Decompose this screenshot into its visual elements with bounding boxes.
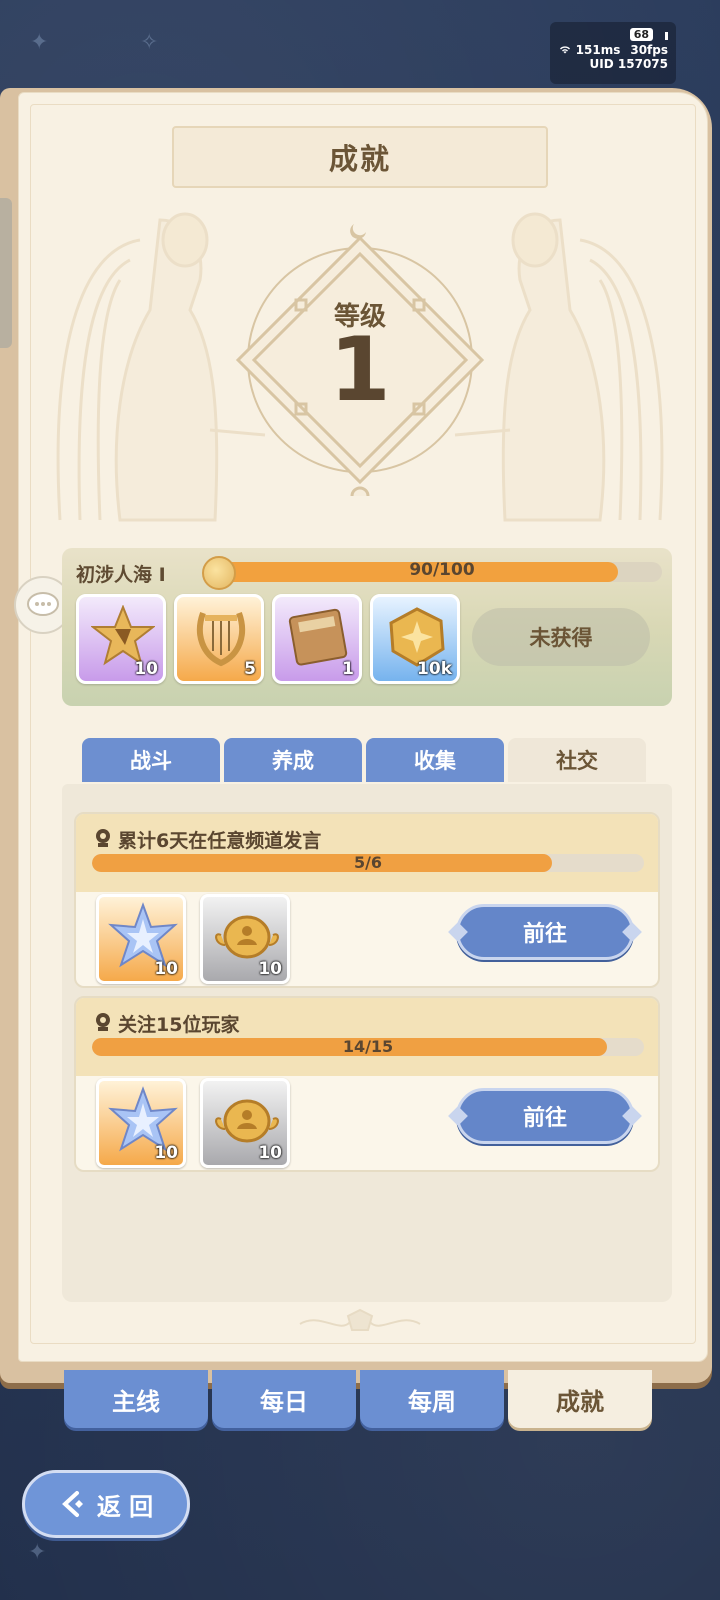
network-status: 68 151ms 30fps UID 157075 bbox=[550, 22, 676, 84]
tab-main-story[interactable]: 主线 bbox=[64, 1370, 208, 1428]
task-list: 累计6天在任意频道发言 5/6 10 10 前往 关注15位玩家 14/15 1… bbox=[62, 784, 672, 1302]
level-value: 1 bbox=[329, 318, 391, 421]
item-quantity: 10 bbox=[258, 959, 282, 979]
tab-social[interactable]: 社交 bbox=[508, 738, 646, 782]
item-quantity: 10 bbox=[154, 959, 178, 979]
reward-item[interactable]: 5 bbox=[174, 594, 264, 684]
back-button-label: 返 回 bbox=[96, 1492, 154, 1521]
goto-button-label: 前往 bbox=[522, 1106, 567, 1131]
page-title: 成就 bbox=[328, 142, 391, 176]
title-banner: 成就 bbox=[172, 126, 548, 188]
task-reward-item[interactable]: 10 bbox=[96, 894, 186, 984]
tab-combat[interactable]: 战斗 bbox=[82, 738, 220, 782]
page-ornament-icon bbox=[299, 1308, 421, 1331]
tab-growth[interactable]: 养成 bbox=[224, 738, 362, 782]
task-progress-text: 14/15 bbox=[342, 1037, 394, 1056]
reward-item[interactable]: 10 bbox=[76, 594, 166, 684]
button-right-ornament bbox=[622, 922, 642, 942]
button-right-ornament bbox=[622, 1106, 642, 1126]
back-arrow-icon bbox=[61, 1491, 83, 1517]
task-card: 累计6天在任意频道发言 5/6 10 10 前往 bbox=[74, 812, 660, 988]
item-quantity: 10k bbox=[417, 659, 452, 679]
sparkle-icon: ✦ bbox=[30, 30, 49, 55]
button-left-ornament bbox=[448, 922, 468, 942]
back-button[interactable]: 返 回 bbox=[22, 1470, 190, 1538]
wifi-icon bbox=[560, 46, 571, 54]
item-quantity: 5 bbox=[244, 659, 256, 679]
book-icon bbox=[288, 608, 348, 666]
battery-icon bbox=[665, 31, 668, 40]
ping-text: 151ms bbox=[575, 43, 621, 57]
trophy-icon bbox=[96, 829, 110, 847]
button-left-ornament bbox=[448, 1106, 468, 1126]
task-reward-item[interactable]: 10 bbox=[200, 1078, 290, 1168]
battery-level: 68 bbox=[629, 28, 653, 41]
goto-button[interactable]: 前往 bbox=[448, 1088, 642, 1144]
reward-progress-text: 90/100 bbox=[409, 560, 475, 580]
item-quantity: 10 bbox=[258, 1143, 282, 1163]
sparkle-icon: ✧ bbox=[140, 30, 159, 55]
goto-button-label: 前往 bbox=[522, 922, 567, 947]
task-title: 累计6天在任意频道发言 bbox=[118, 830, 322, 852]
task-progress-text: 5/6 bbox=[353, 853, 383, 872]
tab-daily[interactable]: 每日 bbox=[212, 1370, 356, 1428]
item-quantity: 10 bbox=[154, 1143, 178, 1163]
tab-achievements[interactable]: 成就 bbox=[508, 1370, 652, 1428]
chat-icon bbox=[27, 592, 59, 616]
task-reward-item[interactable]: 10 bbox=[200, 894, 290, 984]
star-badge-icon bbox=[91, 605, 155, 666]
uid-text: UID 157075 bbox=[589, 57, 668, 71]
item-quantity: 1 bbox=[342, 659, 354, 679]
claim-status-button[interactable]: 未获得 bbox=[472, 608, 650, 666]
reward-item[interactable]: 10k bbox=[370, 594, 460, 684]
level-reward-panel: 初涉人海 I 90/100 10 5 1 10k 未获得 bbox=[62, 548, 672, 706]
reward-item[interactable]: 1 bbox=[272, 594, 362, 684]
item-quantity: 10 bbox=[134, 659, 158, 679]
reward-tier-name: 初涉人海 I bbox=[76, 564, 166, 586]
fps-text: 30fps bbox=[630, 43, 668, 57]
goto-button[interactable]: 前往 bbox=[448, 904, 642, 960]
tab-collection[interactable]: 收集 bbox=[366, 738, 504, 782]
task-reward-item[interactable]: 10 bbox=[96, 1078, 186, 1168]
task-card: 关注15位玩家 14/15 10 10 前往 bbox=[74, 996, 660, 1172]
tab-weekly[interactable]: 每周 bbox=[360, 1370, 504, 1428]
task-title: 关注15位玩家 bbox=[118, 1014, 240, 1036]
trophy-icon bbox=[96, 1013, 110, 1031]
sparkle-icon: ✦ bbox=[28, 1540, 47, 1565]
